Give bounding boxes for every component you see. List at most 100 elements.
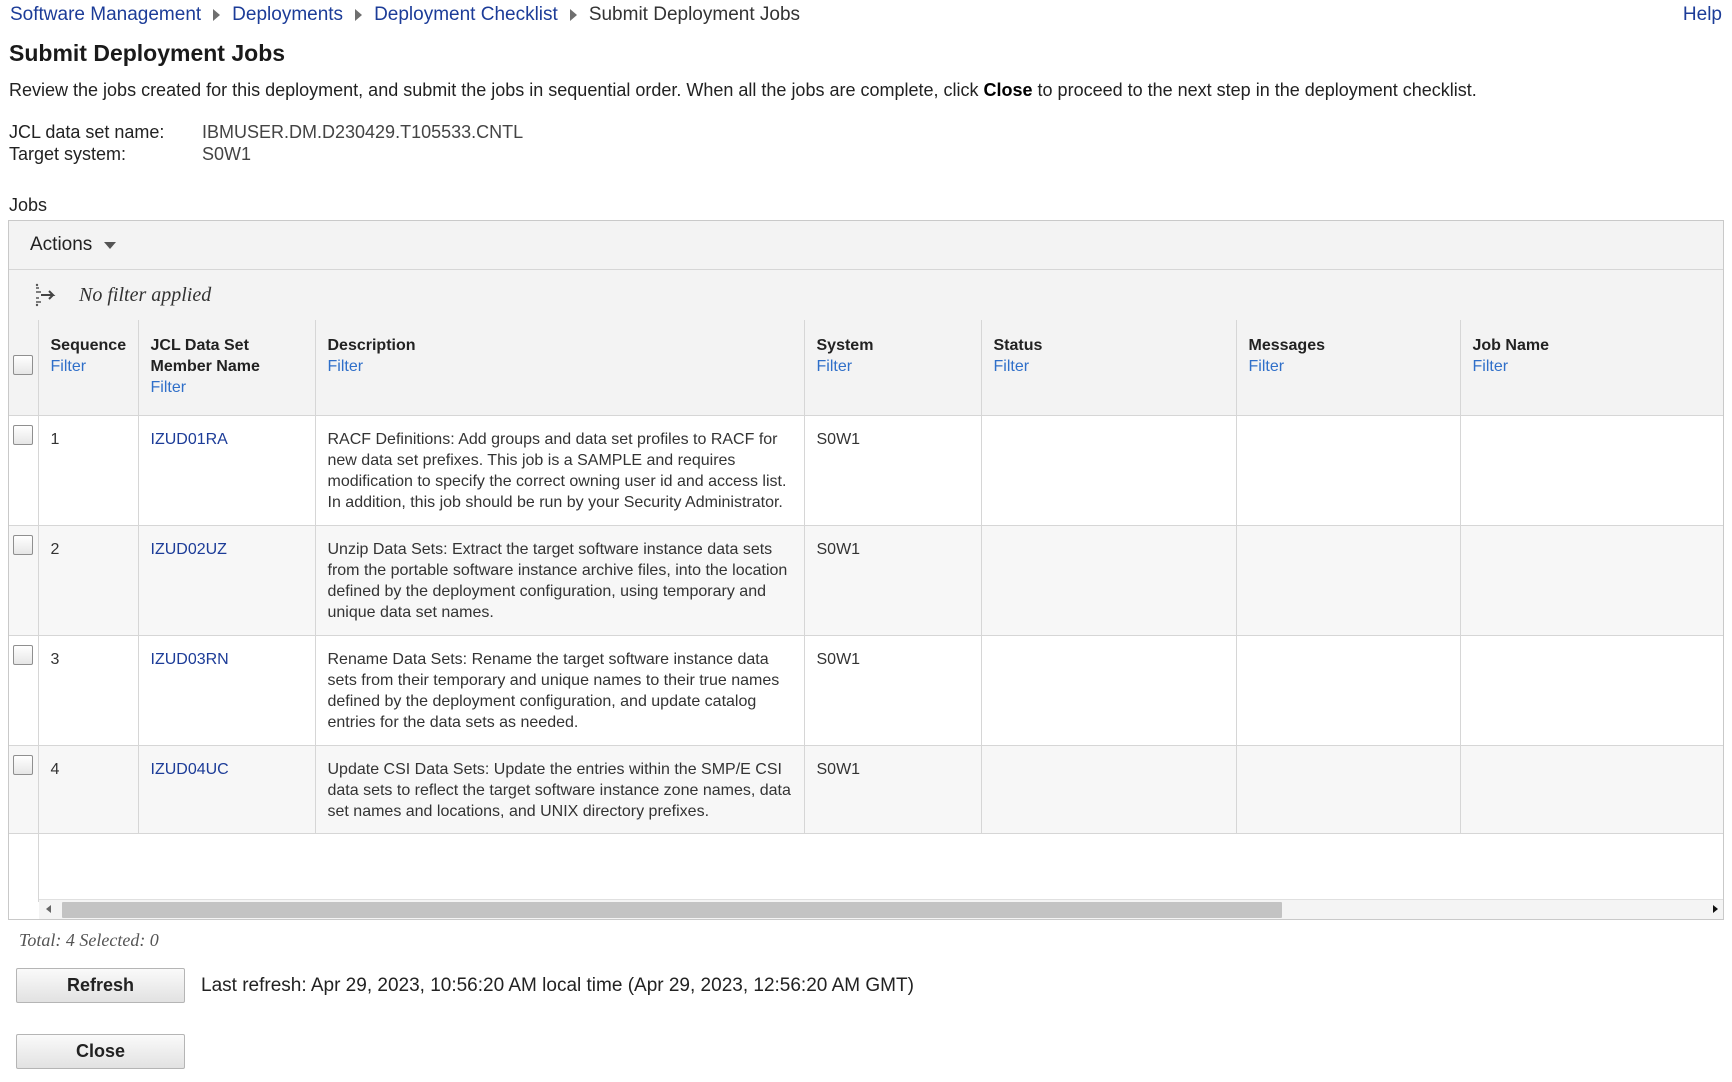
help-link[interactable]: Help [1683, 4, 1722, 26]
target-system-row: Target system: S0W1 [9, 144, 251, 165]
sequence-cell: 2 [38, 525, 139, 636]
filter-link[interactable]: Filter [151, 377, 315, 398]
intro-before: Review the jobs created for this deploym… [9, 80, 984, 100]
member-link[interactable]: IZUD01RA [151, 431, 228, 448]
table-row[interactable]: 4 IZUD04UC Update CSI Data Sets: Update … [9, 745, 1723, 834]
breadcrumb-deployments[interactable]: Deployments [232, 4, 343, 26]
filter-link[interactable]: Filter [1249, 356, 1460, 377]
status-cell [981, 635, 1237, 746]
status-cell [981, 525, 1237, 636]
close-button[interactable]: Close [16, 1034, 185, 1069]
scrollbar-thumb[interactable] [62, 902, 1282, 918]
filter-link[interactable]: Filter [817, 356, 981, 377]
table-header-row: Sequence Filter JCL Data Set Member Name F… [9, 320, 1724, 416]
member-cell: IZUD01RA [138, 415, 316, 526]
sequence-cell: 3 [38, 635, 139, 746]
scroll-left-icon[interactable] [46, 905, 51, 913]
scroll-right-icon[interactable] [1713, 905, 1718, 913]
row-select-cell [9, 635, 39, 746]
table-row[interactable]: 2 IZUD02UZ Unzip Data Sets: Extract the … [9, 525, 1723, 636]
row-checkbox[interactable] [13, 644, 34, 665]
column-label: Job Name [1472, 337, 1549, 354]
row-select-cell [9, 415, 39, 526]
select-all-checkbox[interactable] [13, 355, 34, 375]
target-system-label: Target system: [9, 144, 127, 164]
status-cell [981, 745, 1237, 834]
column-label: Messages [1248, 337, 1326, 354]
column-system[interactable]: System Filter [804, 320, 982, 416]
column-label: Description [327, 337, 416, 354]
table-row[interactable]: 1 IZUD01RA RACF Definitions: Add groups … [9, 415, 1723, 526]
breadcrumb-software-management[interactable]: Software Management [10, 4, 201, 26]
member-link[interactable]: IZUD04UC [151, 761, 229, 778]
filter-status: No filter applied [79, 283, 212, 306]
column-description[interactable]: Description Filter [315, 320, 805, 416]
job-name-cell [1460, 745, 1723, 834]
intro-after: to proceed to the next step in the deplo… [1032, 80, 1477, 100]
member-link[interactable]: IZUD03RN [151, 651, 229, 668]
target-system-value: S0W1 [202, 144, 252, 164]
row-checkbox[interactable] [13, 534, 34, 555]
messages-cell [1236, 745, 1461, 834]
breadcrumb: Software Management Deployments Deployme… [10, 4, 800, 26]
member-cell: IZUD03RN [138, 635, 316, 746]
column-label: System [816, 337, 874, 354]
refresh-button[interactable]: Refresh [16, 968, 185, 1003]
caret-down-icon [104, 241, 117, 249]
sequence-cell: 1 [38, 415, 139, 526]
caret-right-icon [569, 9, 577, 21]
actions-bar: Actions [9, 221, 1723, 270]
system-cell: S0W1 [804, 745, 982, 834]
job-name-cell [1460, 525, 1723, 636]
column-label: JCL Data Set Member Name [150, 337, 260, 375]
system-cell: S0W1 [804, 415, 982, 526]
member-link[interactable]: IZUD02UZ [151, 541, 227, 558]
jobs-label: Jobs [9, 195, 48, 215]
intro-text: Review the jobs created for this deploym… [9, 80, 1477, 101]
column-sequence[interactable]: Sequence Filter [38, 320, 139, 416]
sequence-cell: 4 [38, 745, 139, 834]
filter-link[interactable]: Filter [51, 356, 138, 377]
messages-cell [1236, 525, 1461, 636]
page-title: Submit Deployment Jobs [9, 40, 286, 66]
last-refresh-text: Last refresh: Apr 29, 2023, 10:56:20 AM … [201, 975, 914, 996]
empty-grid-area [9, 832, 39, 902]
column-label: Status [993, 337, 1043, 354]
breadcrumb-current: Submit Deployment Jobs [588, 4, 801, 25]
column-job-name[interactable]: Job Name Filter [1460, 320, 1724, 416]
messages-cell [1236, 415, 1461, 526]
jcl-data-set-label: JCL data set name: [9, 122, 165, 142]
jcl-data-set-row: JCL data set name: IBMUSER.DM.D230429.T10… [9, 122, 523, 143]
row-select-cell [9, 745, 39, 834]
horizontal-scrollbar[interactable] [39, 899, 1723, 919]
intro-bold: Close [983, 80, 1033, 100]
actions-menu-button[interactable]: Actions [30, 234, 117, 256]
table-row[interactable]: 3 IZUD03RN Rename Data Sets: Rename the … [9, 635, 1723, 746]
row-checkbox[interactable] [13, 754, 34, 775]
caret-right-icon [213, 9, 221, 21]
select-all-cell [9, 320, 39, 416]
jobs-grid: Actions No filter applied Sequence Filter… [8, 220, 1724, 920]
column-messages[interactable]: Messages Filter [1236, 320, 1461, 416]
description-cell: RACF Definitions: Add groups and data se… [315, 415, 805, 526]
job-name-cell [1460, 415, 1723, 526]
system-cell: S0W1 [804, 635, 982, 746]
row-select-cell [9, 525, 39, 636]
status-cell [981, 415, 1237, 526]
row-checkbox[interactable] [13, 424, 34, 445]
column-label: Sequence [50, 337, 127, 354]
system-cell: S0W1 [804, 525, 982, 636]
jobs-table: Sequence Filter JCL Data Set Member Name F… [9, 320, 1724, 834]
jcl-data-set-value: IBMUSER.DM.D230429.T105533.CNTL [202, 122, 524, 142]
filter-link[interactable]: Filter [994, 356, 1236, 377]
filter-link[interactable]: Filter [1473, 356, 1724, 377]
breadcrumb-deployment-checklist[interactable]: Deployment Checklist [374, 4, 558, 26]
column-member-name[interactable]: JCL Data Set Member Name Filter [138, 320, 316, 416]
messages-cell [1236, 635, 1461, 746]
filter-link[interactable]: Filter [328, 356, 804, 377]
selection-totals: Total: 4 Selected: 0 [19, 930, 159, 950]
column-status[interactable]: Status Filter [981, 320, 1237, 416]
actions-label: Actions [30, 234, 93, 255]
description-cell: Update CSI Data Sets: Update the entries… [315, 745, 805, 834]
filter-arrows-icon[interactable] [33, 282, 59, 308]
